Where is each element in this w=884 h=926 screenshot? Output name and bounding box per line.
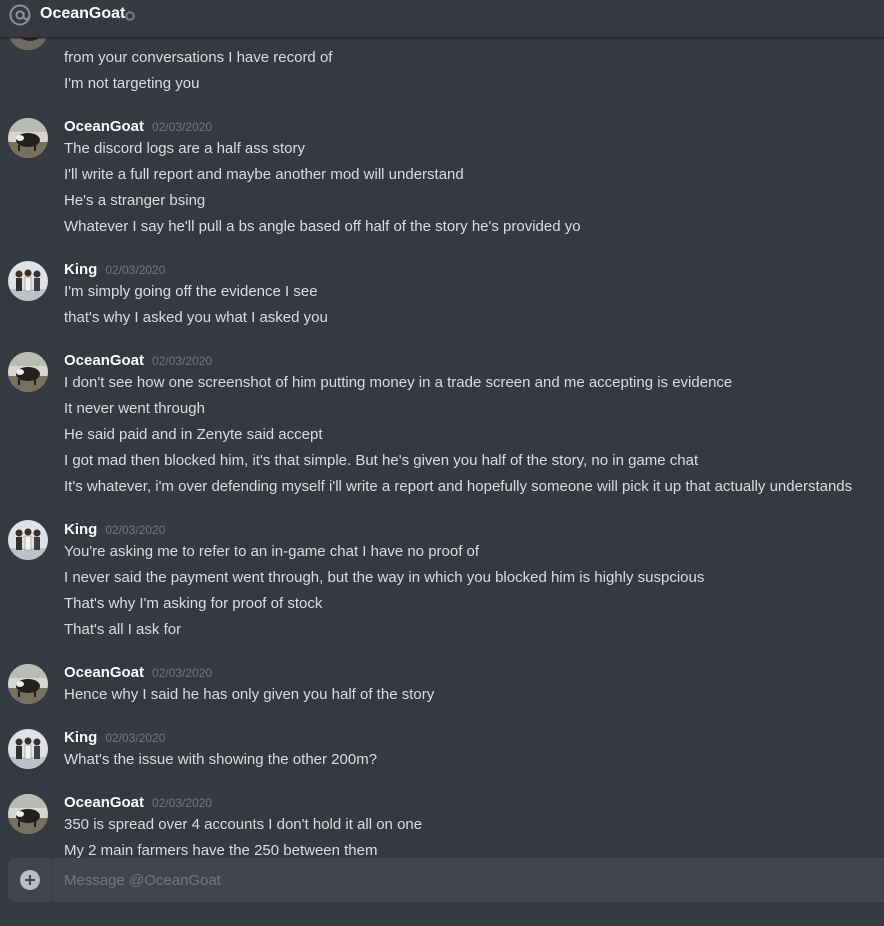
offline-status-icon (125, 8, 135, 21)
author-name[interactable]: King (64, 521, 97, 538)
message-text: Hence why I said he has only given you h… (64, 686, 435, 703)
message-text: that's why I asked you what I asked you (64, 309, 328, 326)
at-icon (8, 3, 32, 27)
message-timestamp: 02/03/2020 (105, 263, 166, 277)
author-name[interactable]: OceanGoat (64, 794, 144, 811)
message-input[interactable] (64, 858, 864, 902)
message-text: 350 is spread over 4 accounts I don't ho… (64, 816, 423, 833)
message-author[interactable]: King 02/03/2020 (64, 260, 165, 280)
oceangoat-avatar[interactable] (8, 794, 48, 834)
message-text: from your conversations I have record of (64, 49, 333, 66)
king-avatar[interactable] (8, 261, 48, 301)
message-text: You're asking me to refer to an in-game … (64, 543, 480, 560)
message-author[interactable]: OceanGoat 02/03/2020 (64, 793, 212, 813)
message-timestamp: 02/03/2020 (105, 731, 166, 745)
message-text: I'm not targeting you (64, 75, 200, 92)
dm-window: from your conversations I have record of… (0, 0, 884, 926)
oceangoat-avatar[interactable] (8, 118, 48, 158)
oceangoat-avatar[interactable] (8, 352, 48, 392)
message-author[interactable]: OceanGoat 02/03/2020 (64, 351, 212, 371)
message-text: I don't see how one screenshot of him pu… (64, 374, 733, 391)
author-name[interactable]: OceanGoat (64, 664, 144, 681)
message-text: He said paid and in Zenyte said accept (64, 426, 323, 443)
add-attachment-icon[interactable] (20, 870, 40, 890)
message-list[interactable]: from your conversations I have record of… (0, 0, 884, 860)
oceangoat-avatar[interactable] (8, 664, 48, 704)
message-composer[interactable] (8, 858, 884, 902)
channel-header: OceanGoat (0, 0, 884, 38)
message-author[interactable]: King 02/03/2020 (64, 728, 165, 748)
message-text: I got mad then blocked him, it's that si… (64, 452, 699, 469)
message-text: That's all I ask for (64, 621, 182, 638)
message-timestamp: 02/03/2020 (105, 523, 166, 537)
message-text: The discord logs are a half ass story (64, 140, 305, 157)
message-timestamp: 02/03/2020 (152, 796, 213, 810)
king-avatar[interactable] (8, 520, 48, 560)
author-name[interactable]: OceanGoat (64, 118, 144, 135)
message-text: Whatever I say he'll pull a bs angle bas… (64, 218, 581, 235)
message-text: I'm simply going off the evidence I see (64, 283, 318, 300)
composer-divider (52, 858, 53, 902)
message-text: What's the issue with showing the other … (64, 751, 378, 768)
message-author[interactable]: OceanGoat 02/03/2020 (64, 663, 212, 683)
message-text: He's a stranger bsing (64, 192, 206, 209)
author-name[interactable]: King (64, 729, 97, 746)
message-text: I never said the payment went through, b… (64, 569, 705, 586)
message-text: I'll write a full report and maybe anoth… (64, 166, 464, 183)
author-name[interactable]: King (64, 261, 97, 278)
message-timestamp: 02/03/2020 (152, 354, 213, 368)
message-text: That's why I'm asking for proof of stock (64, 595, 323, 612)
message-text: It's whatever, i'm over defending myself… (64, 478, 853, 495)
author-name[interactable]: OceanGoat (64, 352, 144, 369)
message-author[interactable]: OceanGoat 02/03/2020 (64, 117, 212, 137)
king-avatar[interactable] (8, 729, 48, 769)
message-timestamp: 02/03/2020 (152, 666, 213, 680)
message-text: It never went through (64, 400, 205, 417)
message-author[interactable]: King 02/03/2020 (64, 520, 165, 540)
message-timestamp: 02/03/2020 (152, 120, 213, 134)
dm-recipient-name: OceanGoat (40, 5, 126, 22)
